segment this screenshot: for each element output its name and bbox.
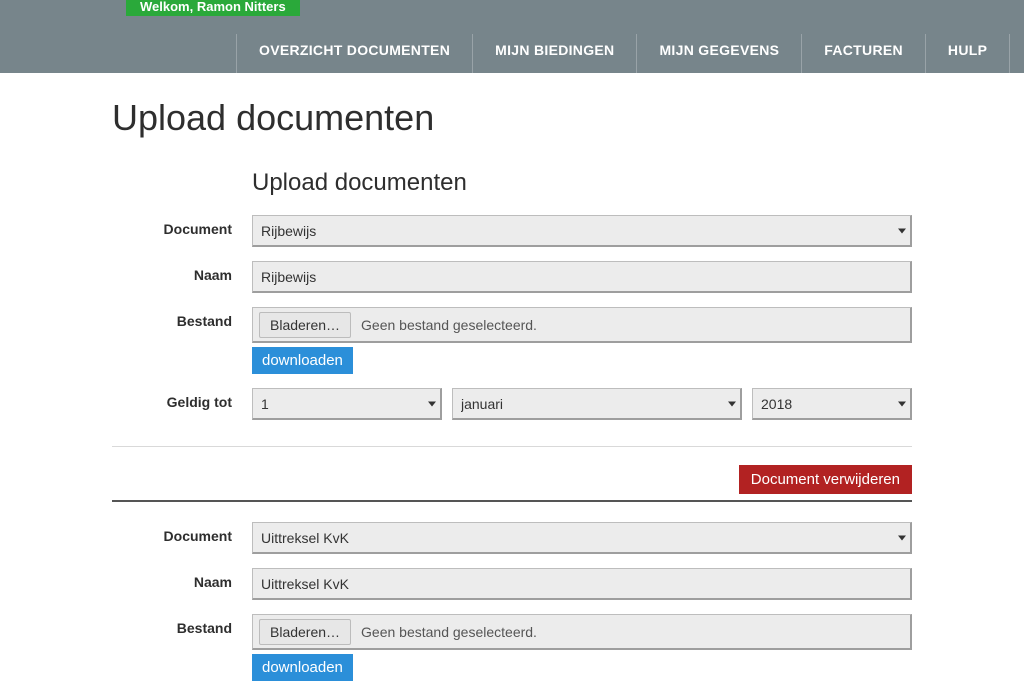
top-bar: Welkom, Ramon Nitters OVERZICHT DOCUMENT… bbox=[0, 0, 1024, 73]
file-picker-2: Bladeren… Geen bestand geselecteerd. bbox=[252, 614, 912, 650]
browse-button[interactable]: Bladeren… bbox=[259, 312, 351, 338]
main-nav: OVERZICHT DOCUMENTEN MIJN BIEDINGEN MIJN… bbox=[236, 34, 1010, 82]
section-title: Upload documenten bbox=[252, 169, 912, 197]
browse-button-2[interactable]: Bladeren… bbox=[259, 619, 351, 645]
divider-heavy bbox=[112, 500, 912, 502]
delete-document-button[interactable]: Document verwijderen bbox=[739, 465, 912, 494]
nav-hulp[interactable]: HULP bbox=[925, 34, 1010, 82]
valid-year-select[interactable] bbox=[752, 388, 912, 420]
download-button-2[interactable]: downloaden bbox=[252, 654, 353, 681]
label-name: Naam bbox=[112, 568, 252, 590]
label-document: Document bbox=[112, 215, 252, 237]
file-status-text: Geen bestand geselecteerd. bbox=[361, 317, 537, 333]
file-picker: Bladeren… Geen bestand geselecteerd. bbox=[252, 307, 912, 343]
label-document: Document bbox=[112, 522, 252, 544]
file-status-text-2: Geen bestand geselecteerd. bbox=[361, 624, 537, 640]
label-name: Naam bbox=[112, 261, 252, 283]
nav-facturen[interactable]: FACTUREN bbox=[801, 34, 925, 82]
nav-overzicht-documenten[interactable]: OVERZICHT DOCUMENTEN bbox=[236, 34, 472, 82]
download-button[interactable]: downloaden bbox=[252, 347, 353, 374]
document-name-input[interactable] bbox=[252, 261, 912, 293]
valid-month-select[interactable] bbox=[452, 388, 742, 420]
document-type-select-2[interactable] bbox=[252, 522, 912, 554]
document-type-select[interactable] bbox=[252, 215, 912, 247]
label-file: Bestand bbox=[112, 307, 252, 329]
label-file: Bestand bbox=[112, 614, 252, 636]
nav-mijn-gegevens[interactable]: MIJN GEGEVENS bbox=[636, 34, 801, 82]
nav-mijn-biedingen[interactable]: MIJN BIEDINGEN bbox=[472, 34, 636, 82]
page-title: Upload documenten bbox=[112, 97, 1024, 139]
welcome-badge: Welkom, Ramon Nitters bbox=[126, 0, 300, 16]
divider bbox=[112, 446, 912, 447]
document-name-input-2[interactable] bbox=[252, 568, 912, 600]
label-valid-until: Geldig tot bbox=[112, 388, 252, 410]
valid-day-select[interactable] bbox=[252, 388, 442, 420]
upload-form: Upload documenten Document Naam Bestand … bbox=[112, 169, 912, 681]
